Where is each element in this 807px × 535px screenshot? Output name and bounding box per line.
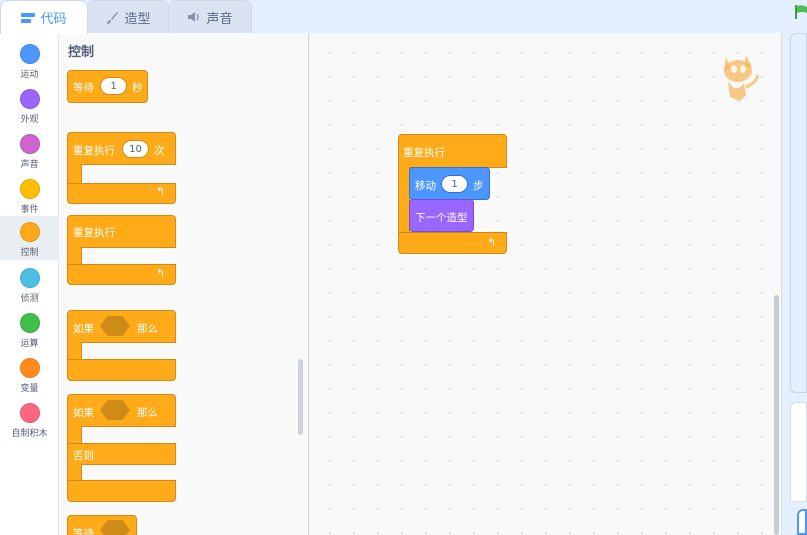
- repeat-block-arm: [67, 164, 82, 184]
- block-label: 重复执行: [73, 227, 115, 239]
- tab-sounds-label: 声音: [206, 11, 233, 27]
- tab-code[interactable]: 代码: [0, 0, 88, 34]
- category-looks[interactable]: 外观: [0, 83, 59, 127]
- category-my-blocks[interactable]: 自制积木: [0, 397, 59, 441]
- wait-seconds-input[interactable]: 1: [100, 77, 127, 95]
- stage-panel[interactable]: [790, 33, 807, 393]
- category-label: 外观: [20, 115, 39, 125]
- category-variables[interactable]: 变量: [0, 352, 59, 396]
- block-label: 次: [154, 145, 165, 157]
- category-label: 控制: [20, 248, 39, 258]
- repeat-count-input[interactable]: 10: [122, 140, 149, 158]
- block-label: 那么: [137, 323, 158, 335]
- tab-costumes-label: 造型: [124, 11, 151, 27]
- category-motion[interactable]: 运动: [0, 38, 59, 82]
- sprite-cat-icon: [724, 55, 760, 101]
- block-label: 如果: [73, 323, 94, 335]
- events-dot-icon: [19, 179, 40, 199]
- code-icon: [21, 12, 36, 24]
- tab-code-label: 代码: [40, 12, 67, 27]
- block-label: 那么: [137, 407, 158, 419]
- looks-dot-icon: [19, 89, 40, 109]
- control-dot-icon: [19, 222, 40, 242]
- category-operators[interactable]: 运算: [0, 307, 59, 351]
- block-label: 否则: [73, 450, 94, 462]
- category-label: 自制积木: [11, 429, 48, 439]
- block-label: 秒: [132, 82, 143, 94]
- if-then-block-footer: [67, 359, 176, 381]
- palette-section-title: 控制: [68, 45, 95, 60]
- my-blocks-dot-icon: [19, 403, 40, 423]
- category-control[interactable]: 控制: [0, 216, 59, 260]
- category-label: 事件: [20, 205, 39, 215]
- script-workspace[interactable]: 重复执行 ↰ 移动 1 步 下一个造型: [310, 33, 782, 535]
- block-label: 重复执行: [73, 145, 115, 157]
- operators-dot-icon: [19, 313, 40, 333]
- sprite-thumbnail[interactable]: [797, 509, 807, 535]
- block-label: 如果: [73, 407, 94, 419]
- green-flag-icon[interactable]: [795, 4, 807, 19]
- if-else-block-arm2: [67, 464, 82, 481]
- sound-dot-icon: [19, 134, 40, 154]
- motion-dot-icon: [19, 44, 40, 64]
- category-label: 变量: [20, 384, 39, 394]
- block-label: 移动: [415, 180, 436, 192]
- category-label: 运算: [20, 339, 39, 349]
- block-label: 重复执行: [403, 147, 445, 159]
- if-else-block-arm: [67, 426, 82, 444]
- block-palette: 控制 等待 1 秒 重复执行 10 次 ↰ 重复执行 ↰ 如果 那么 如果 那么…: [59, 33, 309, 535]
- move-steps-input[interactable]: 1: [441, 175, 468, 193]
- block-label: 步: [473, 180, 484, 192]
- category-events[interactable]: 事件: [0, 173, 59, 217]
- sprite-info-panel: [790, 402, 807, 502]
- loop-arrow-icon: ↰: [156, 185, 166, 198]
- loop-arrow-icon: ↰: [156, 267, 166, 280]
- tab-sounds[interactable]: 声音: [168, 0, 252, 33]
- category-label: 侦测: [20, 294, 39, 304]
- if-then-block-arm: [67, 342, 82, 360]
- brush-icon: [105, 11, 119, 24]
- workspace-scrollbar[interactable]: [774, 295, 779, 535]
- forever-block-arm: [67, 247, 82, 265]
- category-label: 运动: [20, 70, 39, 80]
- category-menu: 运动 外观 声音 事件 控制 侦测 运算 变量 自制积木: [0, 33, 59, 535]
- tab-costumes[interactable]: 造型: [87, 0, 169, 33]
- if-else-block-footer: [67, 480, 176, 502]
- variables-dot-icon: [19, 358, 40, 378]
- category-label: 声音: [20, 160, 39, 170]
- speaker-icon: [187, 11, 201, 23]
- palette-scrollbar[interactable]: [298, 359, 303, 435]
- category-sensing[interactable]: 侦测: [0, 262, 59, 306]
- block-label: 等待: [73, 528, 94, 535]
- block-label: 等待: [73, 82, 94, 94]
- sensing-dot-icon: [19, 268, 40, 288]
- category-sound[interactable]: 声音: [0, 128, 59, 172]
- block-label: 下一个造型: [415, 212, 468, 224]
- loop-arrow-icon: ↰: [487, 236, 497, 249]
- editor-tab-bar: 代码 造型 声音: [0, 0, 807, 34]
